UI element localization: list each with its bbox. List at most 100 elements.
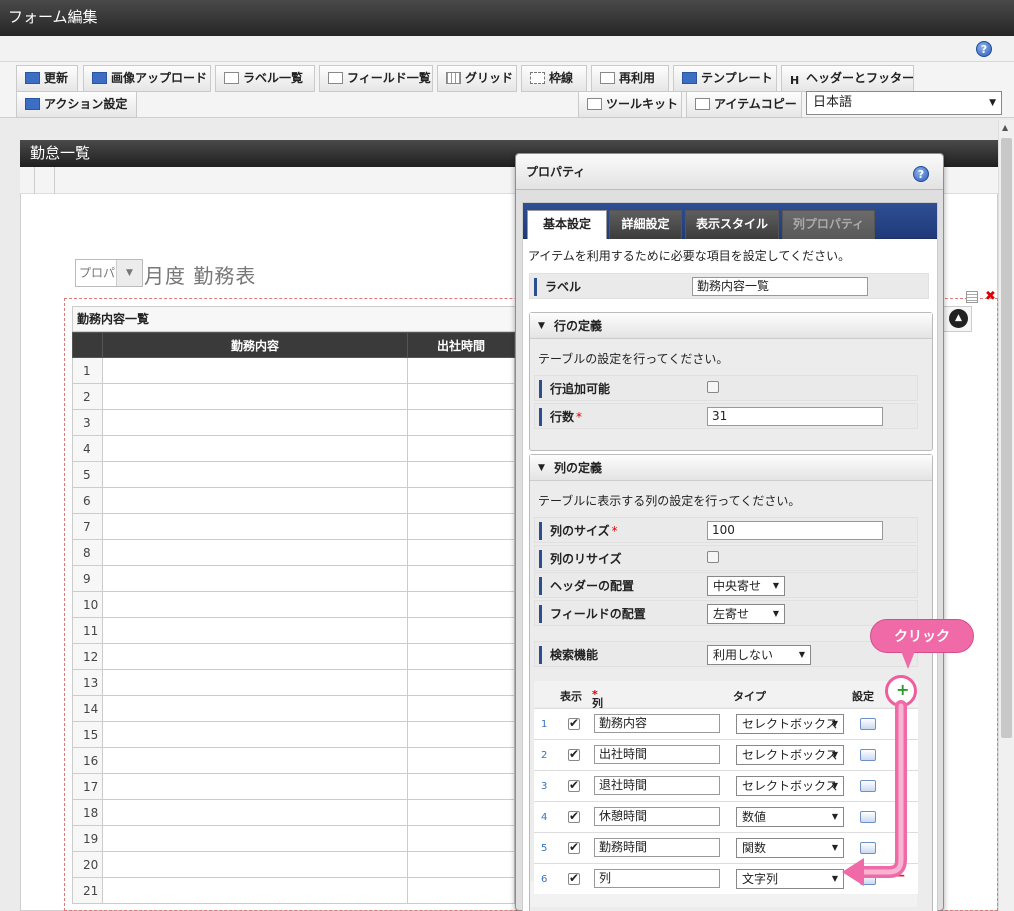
divider: [34, 167, 35, 194]
image-upload-button[interactable]: 画像アップロード: [83, 65, 211, 92]
row-section-header[interactable]: ▼ 行の定義: [530, 313, 932, 339]
column-show-checkbox[interactable]: [568, 871, 580, 885]
table-cell[interactable]: [102, 461, 408, 488]
table-cell[interactable]: [407, 851, 515, 878]
table-cell[interactable]: [407, 695, 515, 722]
table-cell[interactable]: [407, 435, 515, 462]
grid-button[interactable]: グリッド: [437, 65, 517, 92]
toolkit-button[interactable]: ツールキット: [578, 91, 682, 118]
item-copy-button[interactable]: アイテムコピー: [686, 91, 802, 118]
search-select[interactable]: 利用しない ▼: [707, 645, 811, 665]
table-cell[interactable]: [102, 513, 408, 540]
item-list-icon[interactable]: [966, 291, 978, 303]
table-cell[interactable]: [407, 747, 515, 774]
column-type-select[interactable]: 文字列 ▼: [736, 869, 844, 889]
table-cell[interactable]: [102, 565, 408, 592]
column-resize-checkbox[interactable]: [707, 551, 719, 563]
table-cell[interactable]: [407, 721, 515, 748]
table-cell[interactable]: [407, 643, 515, 670]
help-icon[interactable]: ?: [913, 166, 929, 182]
table-cell[interactable]: [102, 695, 408, 722]
column-show-checkbox[interactable]: [568, 716, 580, 730]
column-name-input[interactable]: 列: [594, 869, 720, 888]
column-type-select[interactable]: セレクトボックス ▼: [736, 776, 844, 796]
table-row: 17: [72, 773, 515, 800]
column-type-select[interactable]: 数値 ▼: [736, 807, 844, 827]
field-list-button[interactable]: フィールド一覧: [319, 65, 433, 92]
reuse-button[interactable]: 再利用: [591, 65, 669, 92]
table-cell[interactable]: [407, 591, 515, 618]
scrollbar-thumb[interactable]: [1001, 138, 1012, 738]
tab-display-style[interactable]: 表示スタイル: [685, 210, 779, 239]
table-cell[interactable]: [407, 669, 515, 696]
table-cell[interactable]: [102, 669, 408, 696]
collapse-up-icon[interactable]: ▲: [949, 309, 968, 328]
header-footer-button[interactable]: H ヘッダーとフッター: [781, 65, 914, 92]
table-cell[interactable]: [407, 539, 515, 566]
table-cell[interactable]: [102, 539, 408, 566]
column-name-input[interactable]: 退社時間: [594, 776, 720, 795]
column-type-select[interactable]: 関数 ▼: [736, 838, 844, 858]
table-cell[interactable]: [407, 357, 515, 384]
rows-count-input[interactable]: 31: [707, 407, 883, 426]
month-select[interactable]: プロパ ▼: [75, 259, 143, 287]
language-select[interactable]: 日本語 ▼: [806, 91, 1002, 115]
field-align-select[interactable]: 左寄せ ▼: [707, 604, 785, 624]
table-cell[interactable]: [102, 409, 408, 436]
table-cell[interactable]: [407, 825, 515, 852]
column-name-input[interactable]: 休憩時間: [594, 807, 720, 826]
table-cell[interactable]: [407, 383, 515, 410]
column-show-checkbox[interactable]: [568, 840, 580, 854]
column-name-input[interactable]: 出社時間: [594, 745, 720, 764]
template-button[interactable]: テンプレート: [673, 65, 777, 92]
table-cell[interactable]: [102, 643, 408, 670]
table-cell[interactable]: [102, 877, 408, 904]
table-cell[interactable]: [102, 825, 408, 852]
table-cell[interactable]: [102, 591, 408, 618]
table-cell[interactable]: [102, 799, 408, 826]
table-cell[interactable]: [102, 773, 408, 800]
table-cell[interactable]: [407, 773, 515, 800]
table-cell[interactable]: [407, 877, 515, 904]
table-cell[interactable]: [407, 617, 515, 644]
tab-detail-settings[interactable]: 詳細設定: [609, 210, 682, 239]
update-button[interactable]: 更新: [16, 65, 78, 92]
border-button[interactable]: 枠線: [521, 65, 587, 92]
column-show-checkbox[interactable]: [568, 747, 580, 761]
table-cell[interactable]: [407, 487, 515, 514]
column-type-select[interactable]: セレクトボックス ▼: [736, 714, 844, 734]
chevron-down-icon: ▼: [772, 609, 779, 618]
table-cell[interactable]: [102, 617, 408, 644]
column-name-input[interactable]: 勤務内容: [594, 714, 720, 733]
item-copy-icon: [695, 98, 710, 110]
scroll-up-icon[interactable]: ▲: [1002, 123, 1008, 132]
table-cell[interactable]: [102, 357, 408, 384]
column-show-checkbox[interactable]: [568, 809, 580, 823]
help-icon[interactable]: ?: [976, 41, 992, 57]
table-cell[interactable]: [407, 565, 515, 592]
vertical-scrollbar[interactable]: ▲: [998, 120, 1014, 911]
table-cell[interactable]: [102, 383, 408, 410]
table-cell[interactable]: [407, 799, 515, 826]
column-section-header[interactable]: ▼ 列の定義: [530, 455, 932, 481]
tab-basic-settings[interactable]: 基本設定: [527, 210, 607, 239]
label-input[interactable]: 勤務内容一覧: [692, 277, 868, 296]
column-type-select[interactable]: セレクトボックス ▼: [736, 745, 844, 765]
table-cell[interactable]: [102, 851, 408, 878]
column-name-input[interactable]: 勤務時間: [594, 838, 720, 857]
delete-item-icon[interactable]: ✖: [985, 289, 996, 304]
header-align-select[interactable]: 中央寄せ ▼: [707, 576, 785, 596]
column-show-checkbox[interactable]: [568, 778, 580, 792]
column-size-input[interactable]: 100: [707, 521, 883, 540]
table-cell[interactable]: [407, 461, 515, 488]
can-add-checkbox[interactable]: [707, 381, 719, 393]
template-icon: [682, 72, 697, 84]
table-cell[interactable]: [407, 513, 515, 540]
action-settings-button[interactable]: アクション設定: [16, 91, 137, 118]
table-cell[interactable]: [407, 409, 515, 436]
table-cell[interactable]: [102, 487, 408, 514]
table-cell[interactable]: [102, 721, 408, 748]
table-cell[interactable]: [102, 747, 408, 774]
label-list-button[interactable]: ラベル一覧: [215, 65, 315, 92]
table-cell[interactable]: [102, 435, 408, 462]
